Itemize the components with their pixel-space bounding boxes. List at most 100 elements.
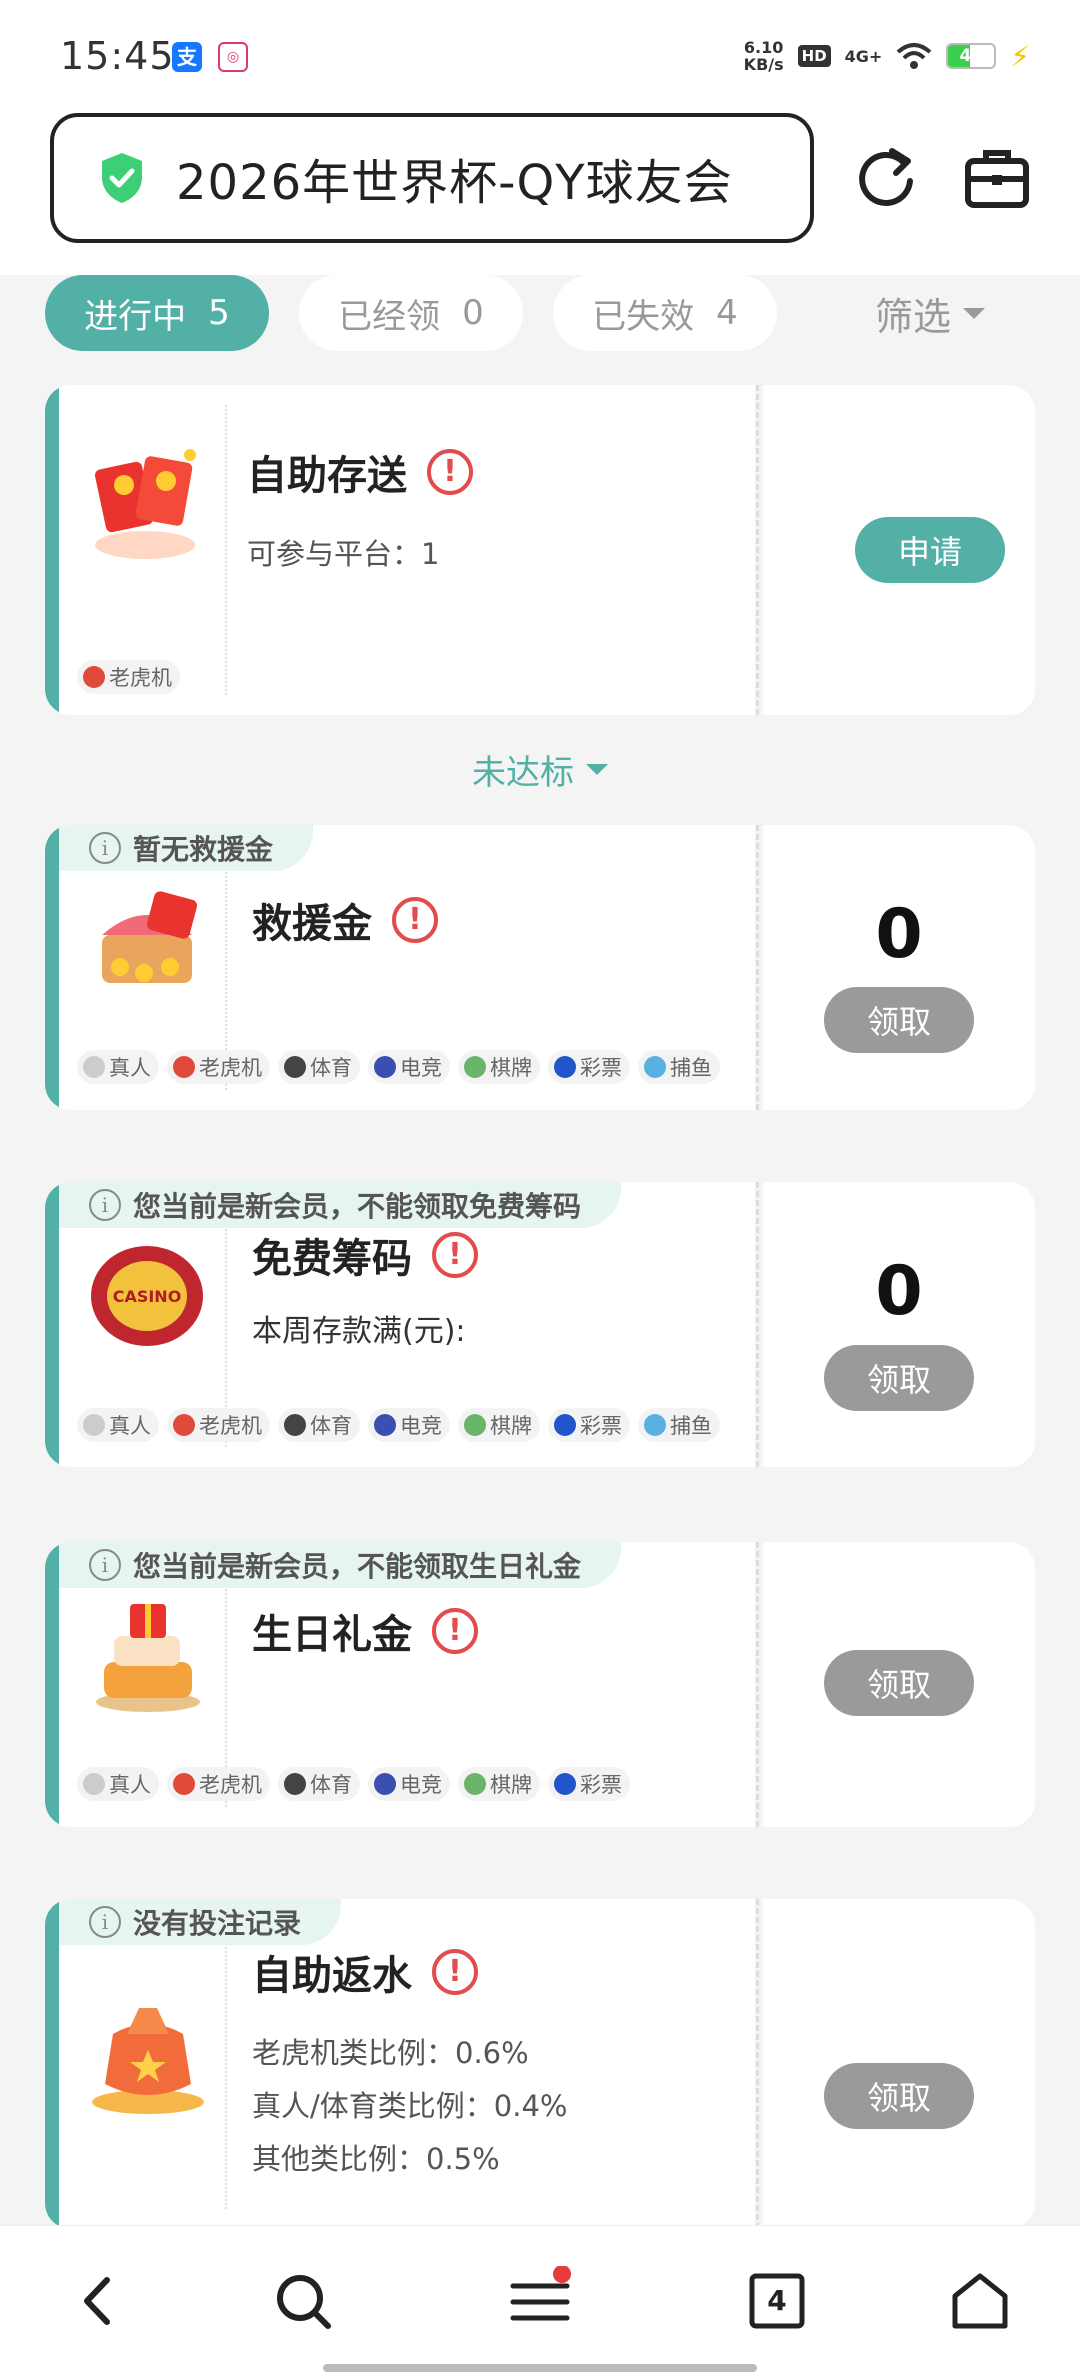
- info-alert-icon[interactable]: !: [427, 449, 473, 495]
- toolbox-icon[interactable]: [962, 143, 1032, 213]
- tag-sports: 体育: [278, 1408, 360, 1442]
- tab-in-progress[interactable]: 进行中 5: [45, 275, 269, 351]
- tag-slot: 老虎机: [167, 1767, 270, 1801]
- tag-sports: 体育: [278, 1050, 360, 1084]
- game-tags: 真人 老虎机 体育 电竞 棋牌 彩票 捕鱼: [77, 1050, 720, 1084]
- claim-button[interactable]: 领取: [824, 1650, 974, 1716]
- slot-icon: [83, 666, 105, 688]
- amount-value: 0: [875, 895, 923, 974]
- hd-icon: HD: [797, 45, 831, 67]
- claim-button[interactable]: 领取: [824, 1345, 974, 1411]
- dice-icon: [83, 1773, 105, 1795]
- address-bar[interactable]: 2026年世界杯-QY球友会: [50, 113, 814, 243]
- claim-button[interactable]: 领取: [824, 987, 974, 1053]
- back-icon[interactable]: [65, 2266, 135, 2336]
- money-bag-icon: [92, 2008, 204, 2114]
- card-action: 领取: [763, 1542, 1035, 1827]
- game-tags: 真人 老虎机 体育 电竞 棋牌 彩票: [77, 1767, 630, 1801]
- tag-chess: 棋牌: [458, 1050, 540, 1084]
- soccer-ball-icon: [284, 1773, 306, 1795]
- amount-value: 0: [875, 1252, 923, 1331]
- tag-slot: 老虎机: [167, 1408, 270, 1442]
- info-icon: i: [89, 1189, 121, 1221]
- slot-icon: [173, 1056, 195, 1078]
- secure-shield-icon: [102, 153, 142, 203]
- card-action: 申请: [763, 385, 1035, 715]
- tag-live: 真人: [77, 1767, 159, 1801]
- soccer-ball-icon: [284, 1056, 306, 1078]
- platform-count: 可参与平台：1: [247, 537, 440, 571]
- card-action: 0 领取: [763, 825, 1035, 1110]
- card-action: 领取: [763, 1899, 1035, 2229]
- home-icon[interactable]: [945, 2266, 1015, 2336]
- tab-claimed[interactable]: 已经领 0: [299, 275, 523, 351]
- info-alert-icon[interactable]: !: [432, 1232, 478, 1278]
- status-indicators: 6.10 KB/s HD 4G+ 47 ⚡: [744, 36, 1030, 76]
- card-title: 自助存送 !: [247, 443, 473, 501]
- mahjong-icon: [464, 1056, 486, 1078]
- caret-down-icon: [963, 307, 985, 319]
- tag-chess: 棋牌: [458, 1767, 540, 1801]
- card-body: i 您当前是新会员，不能领取免费筹码 CASINO 免费筹码 ! 本周存款满(元…: [45, 1182, 755, 1467]
- rebate-rate-live-sports: 真人/体育类比例：0.4%: [252, 2089, 568, 2123]
- tag-fishing: 捕鱼: [638, 1050, 720, 1084]
- search-icon[interactable]: [268, 2266, 338, 2336]
- alipay-icon: 支: [172, 42, 202, 72]
- tag-chess: 棋牌: [458, 1408, 540, 1442]
- info-alert-icon[interactable]: !: [432, 1608, 478, 1654]
- charging-icon: ⚡: [1010, 39, 1030, 73]
- info-alert-icon[interactable]: !: [432, 1949, 478, 1995]
- menu-icon[interactable]: [505, 2266, 575, 2336]
- tag-live: 真人: [77, 1050, 159, 1084]
- card-action: 0 领取: [763, 1182, 1035, 1467]
- dice-icon: [83, 1056, 105, 1078]
- apply-button[interactable]: 申请: [855, 517, 1005, 583]
- card-body: i 您当前是新会员，不能领取生日礼金 生日礼金 ! 真人 老虎机 体育 电竞 棋…: [45, 1542, 755, 1827]
- tag-esports: 电竞: [368, 1050, 450, 1084]
- lottery-ball-icon: [554, 1414, 576, 1436]
- casino-chip-icon: CASINO: [91, 1246, 203, 1346]
- page-title: 2026年世界杯-QY球友会: [176, 155, 733, 211]
- gamepad-icon: [374, 1773, 396, 1795]
- game-tags: 老虎机: [77, 660, 180, 694]
- tag-lottery: 彩票: [548, 1050, 630, 1084]
- card-body: i 没有投注记录 自助返水 ! 老虎机类比例：0.6% 真人/体育类比例：0.4…: [45, 1899, 755, 2229]
- tab-expired[interactable]: 已失效 4: [553, 275, 777, 351]
- status-time: 15:45: [60, 34, 175, 78]
- gesture-bar[interactable]: [323, 2364, 757, 2372]
- tag-slot: 老虎机: [77, 660, 180, 694]
- tag-fishing: 捕鱼: [638, 1408, 720, 1442]
- claim-button[interactable]: 领取: [824, 2063, 974, 2129]
- notice-banner: i 暂无救援金: [59, 825, 314, 871]
- tab-count: 4: [767, 2284, 787, 2317]
- info-icon: i: [89, 1906, 121, 1938]
- reload-icon[interactable]: [852, 143, 922, 213]
- red-envelope-icon: [94, 449, 196, 559]
- tabs-switcher-button[interactable]: 4: [742, 2266, 812, 2336]
- not-qualified-toggle[interactable]: 未达标: [0, 745, 1080, 794]
- app-notify-icon: ◎: [218, 42, 248, 72]
- browser-header: 2026年世界杯-QY球友会: [0, 105, 1080, 275]
- card-body: 自助存送 ! 可参与平台：1 老虎机: [45, 385, 755, 715]
- card-title: 免费筹码 !: [252, 1226, 478, 1284]
- gamepad-icon: [374, 1056, 396, 1078]
- tag-slot: 老虎机: [167, 1050, 270, 1084]
- rebate-rate-slot: 老虎机类比例：0.6%: [252, 2036, 529, 2070]
- fish-icon: [644, 1056, 666, 1078]
- promo-card-birthday: i 您当前是新会员，不能领取生日礼金 生日礼金 ! 真人 老虎机 体育 电竞 棋…: [45, 1542, 1035, 1827]
- signal-icon: 4G+: [844, 46, 883, 66]
- mahjong-icon: [464, 1773, 486, 1795]
- promo-card-rescue: i 暂无救援金 救援金 ! 真人 老虎机 体育 电竞 棋牌 彩票 捕鱼 0 领取: [45, 825, 1035, 1110]
- tag-sports: 体育: [278, 1767, 360, 1801]
- notice-banner: i 没有投注记录: [59, 1899, 342, 1945]
- filter-dropdown[interactable]: 筛选: [875, 275, 985, 351]
- slot-icon: [173, 1414, 195, 1436]
- deposit-requirement: 本周存款满(元):: [252, 1314, 466, 1349]
- promo-tabs: 进行中 5 已经领 0 已失效 4 筛选: [45, 275, 1035, 351]
- info-alert-icon[interactable]: !: [392, 897, 438, 943]
- battery-icon: 47: [946, 43, 997, 69]
- caret-down-icon: [586, 764, 608, 775]
- gamepad-icon: [374, 1414, 396, 1436]
- wifi-icon: [897, 43, 932, 69]
- svg-text:CASINO: CASINO: [113, 1287, 182, 1306]
